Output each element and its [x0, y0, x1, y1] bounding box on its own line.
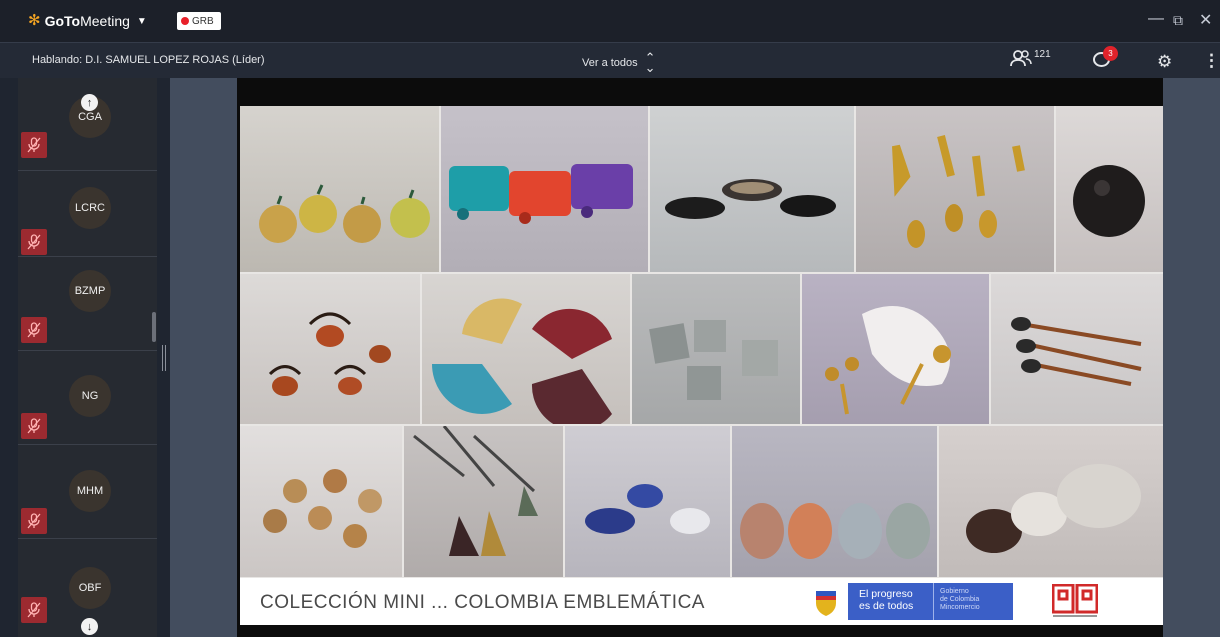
birds-image [585, 484, 710, 534]
participant-tile[interactable]: CGA [18, 78, 157, 171]
photo-bowls [650, 106, 854, 272]
vessel-image [1073, 165, 1145, 237]
sheep-image [966, 464, 1141, 553]
mic-muted-icon[interactable] [21, 508, 47, 534]
mic-muted-icon[interactable] [21, 597, 47, 623]
up-down-chevron-icon: ⌃ ⌄ [644, 50, 656, 75]
photo-sheep [939, 426, 1163, 577]
participant-tile[interactable]: NG [18, 352, 157, 445]
photo-spoon-set [991, 274, 1163, 424]
tassels-image [413, 426, 538, 556]
napkin-image [825, 306, 951, 415]
sidebar-scrollbar[interactable] [152, 312, 156, 342]
more-options-icon[interactable]: ⋮ [1203, 51, 1220, 71]
apples-image [259, 184, 430, 243]
gov-line-1: Gobierno [940, 588, 969, 595]
avatar: BZMP [69, 270, 111, 312]
recording-badge-label: GRB [192, 15, 214, 27]
scroll-down-button[interactable]: ↓ [81, 618, 98, 635]
chat-unread-badge: 3 [1103, 46, 1118, 61]
avatar: MHM [69, 470, 111, 512]
avatar: OBF [69, 567, 111, 609]
speaking-indicator: Hablando: D.I. SAMUEL LOPEZ ROJAS (Líder… [32, 54, 265, 66]
mic-muted-icon[interactable] [21, 413, 47, 439]
photo-row [240, 106, 1163, 272]
people-icon [1010, 50, 1032, 67]
government-logo: El progreso es de todos Gobierno de Colo… [848, 583, 1013, 620]
mic-muted-icon[interactable] [21, 229, 47, 255]
slogan-line-2: es de todos [859, 600, 914, 612]
fans-image [432, 298, 612, 424]
participant-sidebar[interactable]: CGA LCRC BZMP NG MHM OBF ↑ ↓ [18, 78, 157, 637]
app-menu-button[interactable]: ✻ GoTo Meeting ▼ [28, 13, 147, 29]
photo-stone-tiles [632, 274, 800, 424]
photo-black-vessel [1056, 106, 1163, 272]
photo-fans [422, 274, 630, 424]
scroll-up-button[interactable]: ↑ [81, 94, 98, 111]
flowers-image [263, 469, 382, 548]
attendees-button[interactable]: 121 [1010, 49, 1051, 67]
shared-slide [240, 106, 1163, 625]
photo-spoons [856, 106, 1054, 272]
restore-button[interactable]: ⧉ [1173, 12, 1183, 29]
gov-line-3: Mincomercio [940, 604, 980, 611]
bulls-image [268, 312, 391, 396]
artesanias-logo-icon [1052, 584, 1098, 617]
photo-chiva-buses [441, 106, 648, 272]
gotomeeting-window: ✻ GoTo Meeting ▼ GRB — ⧉ ✕ Hablando: D.I.… [0, 0, 1220, 637]
record-dot-icon [181, 17, 189, 25]
gotomeeting-logo-icon: ✻ [28, 12, 41, 29]
dolls-image [740, 503, 930, 559]
progress-slogan: El progreso es de todos [848, 583, 934, 620]
photo-apples [240, 106, 439, 272]
photo-tassels [404, 426, 563, 577]
government-text: Gobierno de Colombia Mincomercio [934, 583, 980, 620]
photo-flowers [240, 426, 402, 577]
slide-caption: COLECCIÓN MINI ... COLOMBIA EMBLEMÁTICA [260, 592, 705, 613]
gov-line-2: de Colombia [940, 596, 980, 603]
buses-image [449, 164, 633, 224]
bowls-image [665, 179, 836, 219]
photo-row [240, 274, 1163, 424]
photo-dolls [732, 426, 937, 577]
slogan-line-1: El progreso [859, 588, 913, 600]
app-name: Meeting [80, 13, 130, 29]
meeting-info-bar: Hablando: D.I. SAMUEL LOPEZ ROJAS (Líder… [0, 42, 1220, 78]
close-button[interactable]: ✕ [1199, 10, 1212, 30]
participant-tile[interactable]: LCRC [18, 164, 157, 257]
spoon-set-image [1011, 317, 1142, 386]
photo-birds [565, 426, 730, 577]
colombia-coat-of-arms-icon [816, 591, 836, 616]
mic-muted-icon[interactable] [21, 317, 47, 343]
minimize-button[interactable]: — [1148, 10, 1164, 28]
recording-badge[interactable]: GRB [177, 12, 221, 30]
avatar: LCRC [69, 187, 111, 229]
photo-napkin-rings [802, 274, 989, 424]
participant-tile[interactable]: MHM [18, 446, 157, 539]
spoons-image [892, 135, 1025, 248]
chat-button[interactable]: 3 [1093, 46, 1118, 67]
app-name-bold: GoTo [44, 13, 81, 29]
panel-resize-handle[interactable] [162, 345, 166, 371]
mic-muted-icon[interactable] [21, 132, 47, 158]
title-bar: ✻ GoTo Meeting ▼ GRB — ⧉ ✕ [0, 0, 1220, 42]
slide-footer: COLECCIÓN MINI ... COLOMBIA EMBLEMÁTICA … [240, 578, 1163, 625]
settings-gear-icon[interactable]: ⚙ [1157, 52, 1172, 72]
attendee-count: 121 [1034, 49, 1051, 60]
view-mode-selector[interactable]: Ver a todos ⌃ ⌄ [582, 50, 656, 75]
view-mode-label: Ver a todos [582, 57, 638, 69]
photo-row [240, 426, 1163, 577]
chevron-down-icon: ▼ [136, 15, 147, 27]
avatar: NG [69, 375, 111, 417]
tiles-image [649, 320, 778, 400]
photo-bull-heads [240, 274, 420, 424]
participant-tile[interactable]: BZMP [18, 258, 157, 351]
